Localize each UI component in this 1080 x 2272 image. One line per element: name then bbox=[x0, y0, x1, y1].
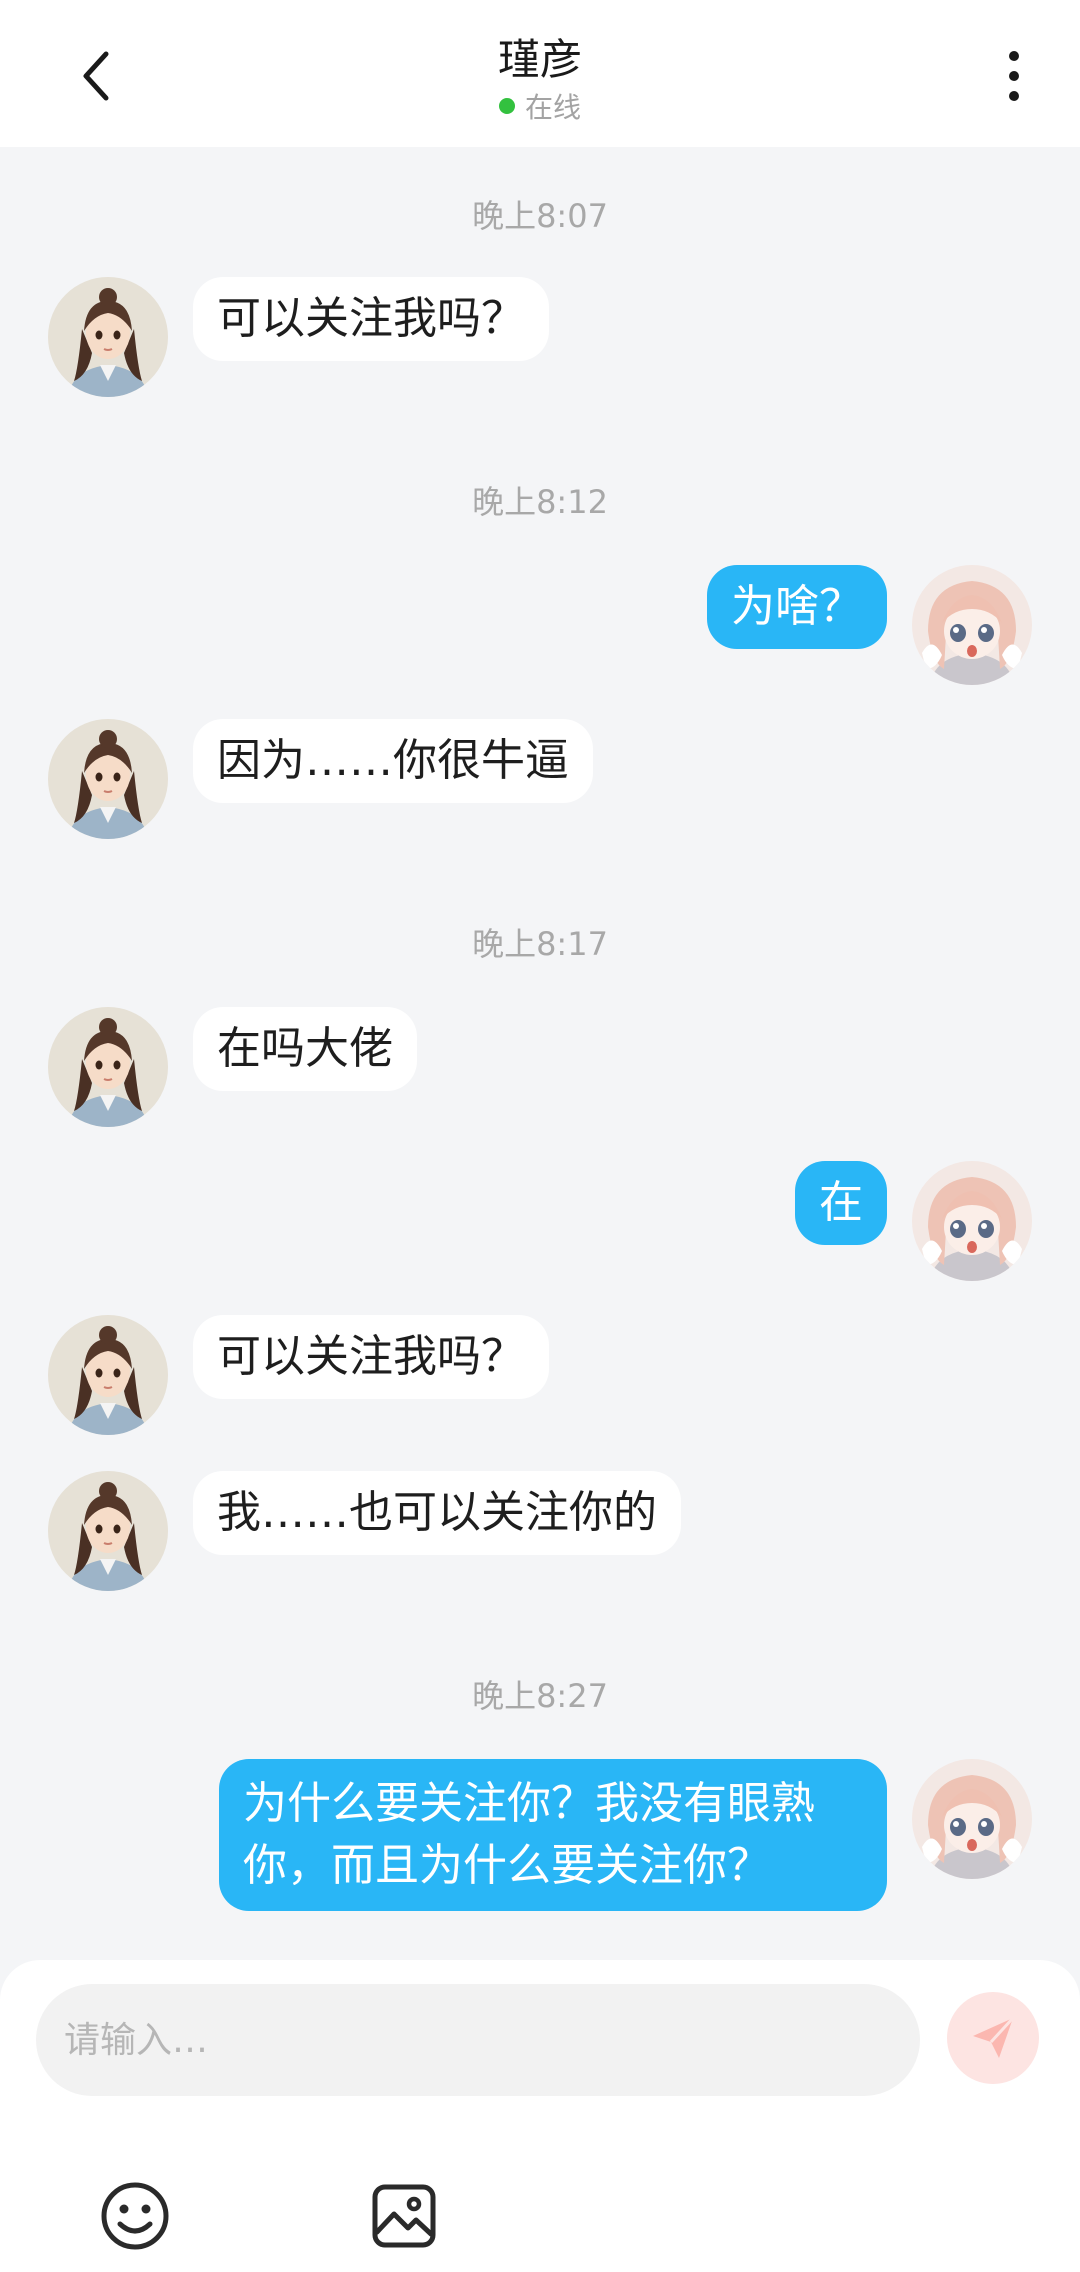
outgoing-message[interactable]: 在 bbox=[795, 1161, 887, 1245]
send-button[interactable] bbox=[947, 1992, 1039, 2084]
incoming-message[interactable]: 可以关注我吗？ bbox=[193, 1315, 549, 1399]
contact-avatar[interactable] bbox=[48, 1471, 168, 1591]
my-avatar[interactable] bbox=[912, 1759, 1032, 1879]
my-avatar[interactable] bbox=[912, 565, 1032, 685]
contact-name: 瑾彦 bbox=[497, 35, 582, 84]
timestamp: 晚上8:12 bbox=[472, 483, 608, 521]
incoming-message[interactable]: 在吗大佬 bbox=[193, 1007, 417, 1091]
image-button[interactable] bbox=[364, 2176, 444, 2256]
my-avatar[interactable] bbox=[912, 1161, 1032, 1281]
timestamp: 晚上8:27 bbox=[472, 1677, 608, 1715]
more-options-button[interactable] bbox=[994, 40, 1034, 112]
message-input[interactable] bbox=[36, 1984, 920, 2096]
online-status: 在线 bbox=[0, 86, 1080, 126]
more-dot bbox=[1009, 91, 1019, 101]
contact-avatar[interactable] bbox=[48, 719, 168, 839]
online-dot bbox=[498, 98, 515, 114]
send-icon bbox=[973, 2016, 1015, 2058]
composer bbox=[0, 1960, 1080, 2272]
contact-avatar[interactable] bbox=[48, 1007, 168, 1127]
image-icon bbox=[372, 2184, 436, 2248]
incoming-message[interactable]: 因为……你很牛逼 bbox=[193, 719, 593, 803]
message-list[interactable]: 晚上8:07 可以关注我吗？ 晚上8:12 为啥？ 因为……你很牛逼 晚上8:1… bbox=[0, 147, 1080, 1960]
timestamp: 晚上8:17 bbox=[472, 925, 608, 963]
contact-avatar[interactable] bbox=[48, 1315, 168, 1435]
outgoing-message[interactable]: 为啥？ bbox=[707, 565, 887, 649]
emoji-icon bbox=[101, 2182, 169, 2250]
more-vertical-icon bbox=[1009, 51, 1019, 61]
chat-header: 瑾彦 在线 bbox=[0, 0, 1080, 147]
online-status-label: 在线 bbox=[524, 91, 581, 124]
incoming-message[interactable]: 我……也可以关注你的 bbox=[193, 1471, 681, 1555]
outgoing-message[interactable]: 为什么要关注你？我没有眼熟你，而且为什么要关注你？ bbox=[219, 1759, 887, 1911]
incoming-message[interactable]: 可以关注我吗？ bbox=[193, 277, 549, 361]
more-dot bbox=[1009, 71, 1019, 81]
emoji-button[interactable] bbox=[95, 2176, 175, 2256]
contact-avatar[interactable] bbox=[48, 277, 168, 397]
timestamp: 晚上8:07 bbox=[472, 197, 608, 235]
